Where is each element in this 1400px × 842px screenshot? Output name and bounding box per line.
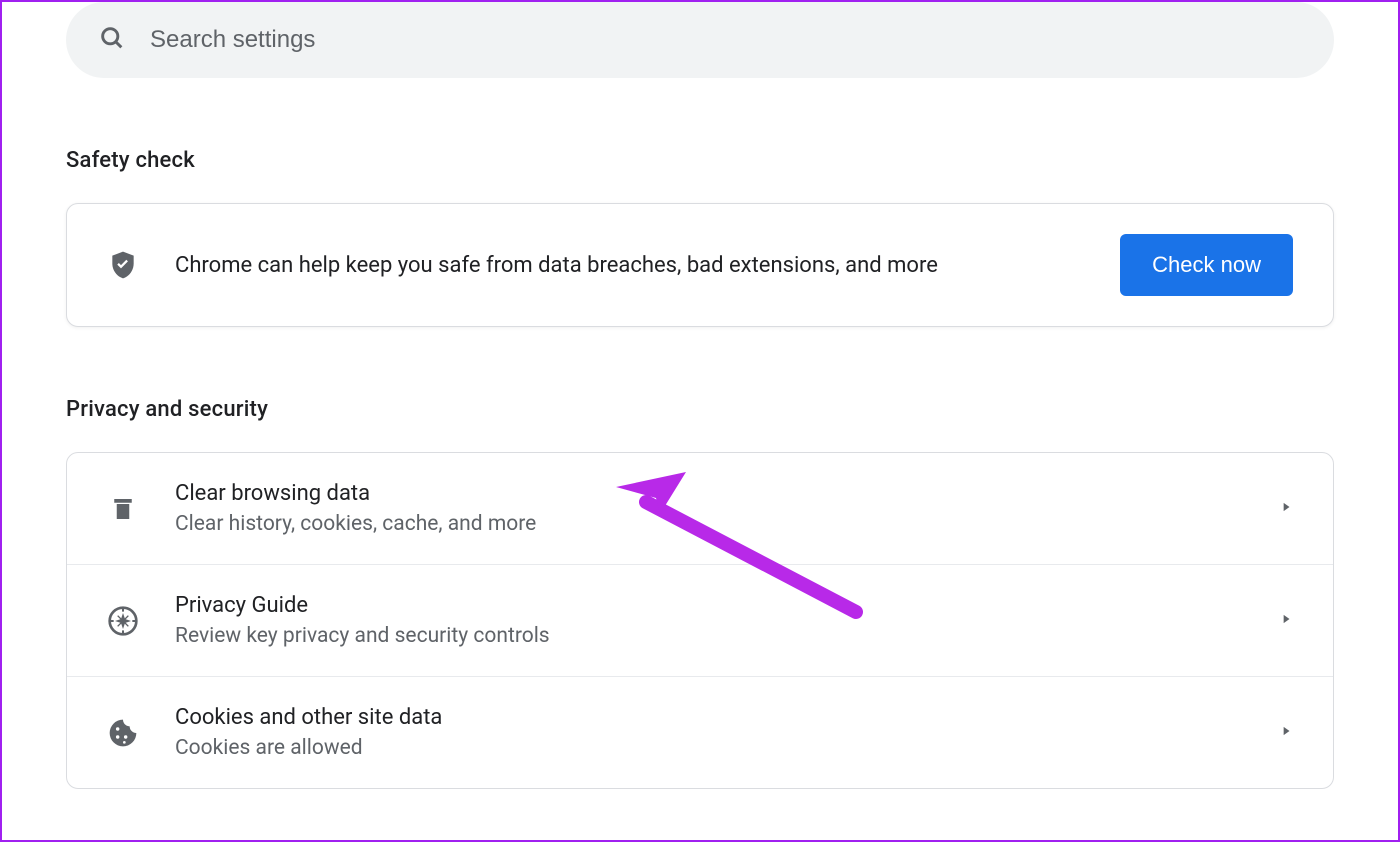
search-bar[interactable] [66,2,1334,78]
cookie-icon [107,717,139,749]
privacy-security-heading: Privacy and security [66,397,1334,422]
chevron-right-icon [1279,499,1293,518]
trash-icon [107,493,139,525]
safety-check-description: Chrome can help keep you safe from data … [175,253,1120,278]
search-input[interactable] [150,26,1302,54]
shield-icon [107,249,139,281]
row-title: Cookies and other site data [175,705,1279,730]
row-title: Clear browsing data [175,481,1279,506]
check-now-button[interactable]: Check now [1120,234,1293,296]
privacy-settings-list: Clear browsing data Clear history, cooki… [66,452,1334,789]
clear-browsing-data-row[interactable]: Clear browsing data Clear history, cooki… [67,453,1333,565]
cookies-row[interactable]: Cookies and other site data Cookies are … [67,677,1333,788]
compass-icon [107,605,139,637]
search-icon [98,24,126,56]
chevron-right-icon [1279,611,1293,630]
row-subtitle: Review key privacy and security controls [175,624,1279,648]
chevron-right-icon [1279,723,1293,742]
row-subtitle: Clear history, cookies, cache, and more [175,512,1279,536]
row-subtitle: Cookies are allowed [175,736,1279,760]
safety-check-card: Chrome can help keep you safe from data … [66,203,1334,327]
row-title: Privacy Guide [175,593,1279,618]
privacy-guide-row[interactable]: Privacy Guide Review key privacy and sec… [67,565,1333,677]
safety-check-heading: Safety check [66,148,1334,173]
